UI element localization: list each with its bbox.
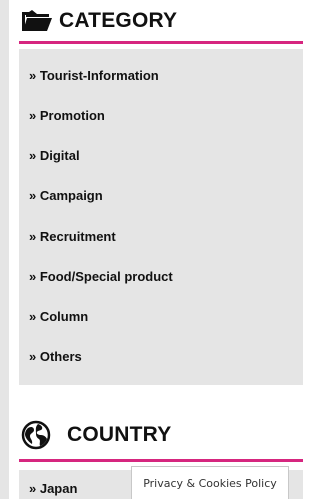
category-item-campaign[interactable]: » Campaign bbox=[29, 188, 103, 203]
category-list: » Tourist-Information » Promotion » Digi… bbox=[19, 49, 303, 385]
country-item-japan[interactable]: » Japan bbox=[29, 481, 77, 496]
category-title: CATEGORY bbox=[59, 8, 178, 32]
category-widget-header: CATEGORY bbox=[19, 0, 303, 44]
country-widget-header: COUNTRY bbox=[19, 410, 303, 462]
category-item-promotion[interactable]: » Promotion bbox=[29, 108, 105, 123]
left-edge-strip bbox=[0, 0, 9, 499]
folder-icon bbox=[21, 9, 53, 33]
category-item-tourist-information[interactable]: » Tourist-Information bbox=[29, 68, 159, 83]
category-item-others[interactable]: » Others bbox=[29, 349, 82, 364]
category-item-digital[interactable]: » Digital bbox=[29, 148, 80, 163]
category-item-column[interactable]: » Column bbox=[29, 309, 88, 324]
category-item-recruitment[interactable]: » Recruitment bbox=[29, 229, 116, 244]
category-item-food-special-product[interactable]: » Food/Special product bbox=[29, 269, 173, 284]
country-title: COUNTRY bbox=[67, 422, 172, 446]
globe-icon bbox=[21, 420, 51, 450]
sidebar-page: CATEGORY » Tourist-Information » Promoti… bbox=[0, 0, 307, 499]
privacy-cookies-policy-button[interactable]: Privacy & Cookies Policy bbox=[131, 466, 289, 499]
